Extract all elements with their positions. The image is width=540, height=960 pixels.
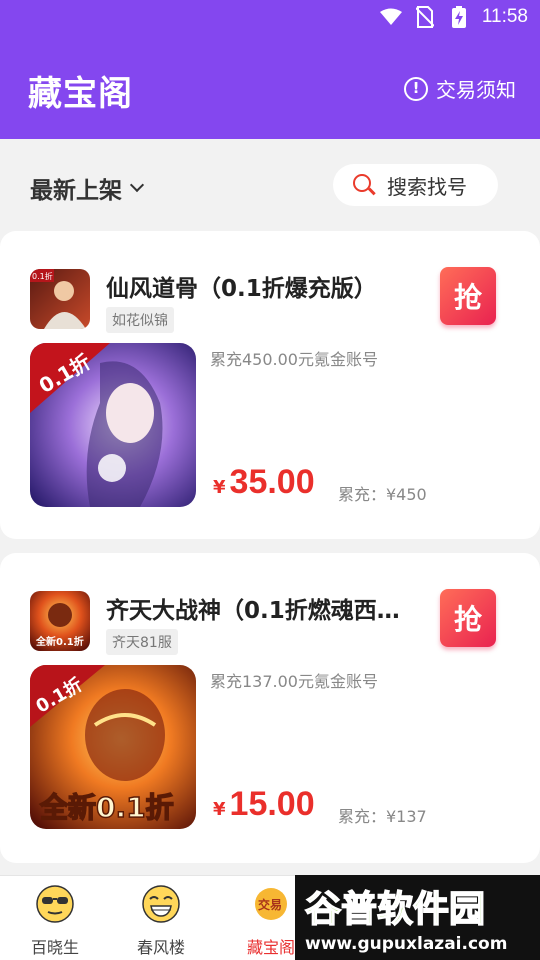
- price-amount: 15.00: [229, 785, 315, 823]
- search-account-button[interactable]: 搜索找号: [333, 164, 498, 206]
- game-name: 仙风道骨（0.1折爆充版）: [106, 276, 377, 302]
- chevron-down-icon: [129, 177, 145, 193]
- sort-label: 最新上架: [30, 178, 122, 204]
- icon-badge: 全新0.1折: [35, 635, 84, 648]
- search-icon: [353, 174, 376, 196]
- filter-bar: 最新上架 搜索找号: [0, 139, 540, 231]
- game-icon: 全新0.1折: [30, 591, 90, 651]
- tab-chunfenglou[interactable]: 春风楼: [106, 876, 216, 960]
- currency-symbol: ¥: [213, 477, 226, 498]
- game-cover-image: 0.1折: [30, 343, 196, 507]
- listing-card[interactable]: 0.1折 仙风道骨（0.1折爆充版） 如花似锦 抢 0.1折 累充450.00元…: [0, 231, 540, 539]
- price-amount: 35.00: [229, 463, 315, 501]
- game-icon: 0.1折: [30, 269, 90, 329]
- trade-notice-label: 交易须知: [436, 78, 516, 102]
- currency-symbol: ¥: [213, 799, 226, 820]
- search-label: 搜索找号: [387, 174, 467, 199]
- charged-amount: 累充：¥450: [338, 485, 427, 504]
- trade-icon: 交易: [255, 888, 287, 920]
- trade-notice-link[interactable]: ! 交易须知: [404, 74, 516, 103]
- info-circle-icon: !: [404, 76, 428, 101]
- account-description: 累充137.00元氪金账号: [210, 672, 378, 691]
- tab-label: 百晓生: [30, 938, 79, 957]
- tab-label: 藏宝阁: [246, 938, 295, 957]
- game-cover-image: 0.1折 全新0.1折: [30, 665, 196, 829]
- listing-card[interactable]: 全新0.1折 齐天大战神（0.1折燃魂西… 齐天81服 抢 0.1折 全新0.1…: [0, 553, 540, 863]
- watermark-url: www.gupuxlazai.com: [305, 934, 507, 954]
- battery-charging-icon: [448, 6, 470, 28]
- price: ¥ 35.00: [213, 463, 315, 502]
- grab-button[interactable]: 抢: [440, 267, 496, 325]
- sort-dropdown[interactable]: 最新上架: [30, 171, 145, 205]
- wifi-icon: [379, 6, 402, 28]
- server-tag: 如花似锦: [106, 307, 174, 333]
- price: ¥ 15.00: [213, 785, 315, 824]
- svg-text:交易: 交易: [258, 897, 282, 912]
- sunglasses-emoji-icon: [36, 885, 74, 923]
- grinning-emoji-icon: [142, 885, 180, 923]
- tab-baixiaosheng[interactable]: 百晓生: [0, 876, 110, 960]
- grab-button[interactable]: 抢: [440, 589, 496, 647]
- cover-text: 全新0.1折: [39, 791, 174, 824]
- watermark: 谷普软件园 www.gupuxlazai.com: [295, 875, 540, 960]
- charged-amount: 累充：¥137: [338, 807, 427, 826]
- watermark-title: 谷普软件园: [305, 889, 485, 930]
- status-time: 11:58: [481, 6, 528, 27]
- app-header: 藏宝阁 ! 交易须知: [0, 36, 540, 139]
- account-description: 累充450.00元氪金账号: [210, 350, 378, 369]
- status-bar: 11:58: [0, 0, 540, 36]
- page-title: 藏宝阁: [28, 74, 133, 114]
- icon-badge: 0.1折: [32, 271, 53, 281]
- tab-label: 春风楼: [136, 938, 185, 957]
- no-sim-icon: [414, 6, 436, 28]
- game-name: 齐天大战神（0.1折燃魂西…: [106, 598, 400, 624]
- server-tag: 齐天81服: [106, 629, 178, 655]
